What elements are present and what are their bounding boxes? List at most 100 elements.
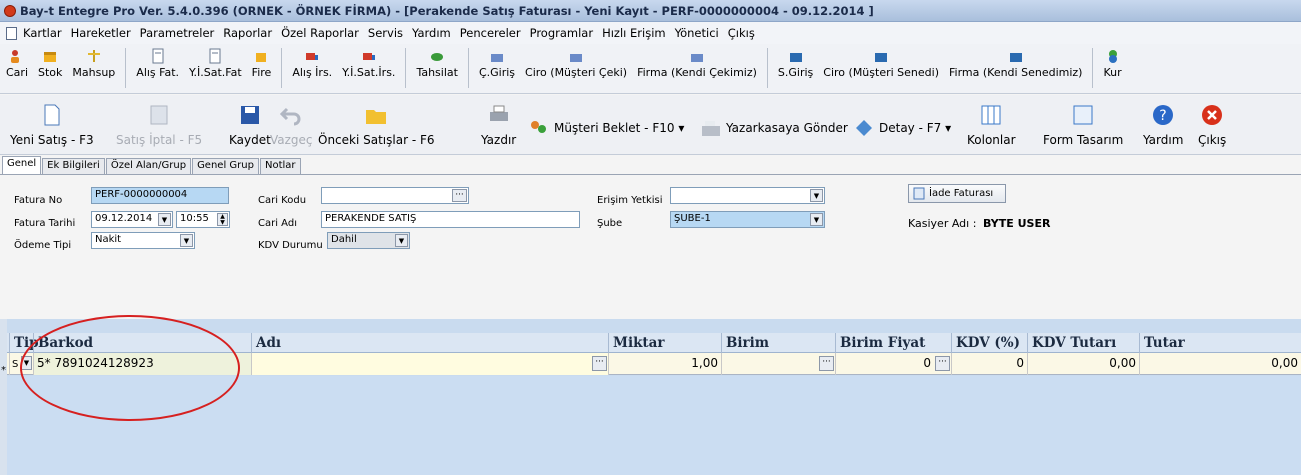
browse-button[interactable]: ···: [452, 189, 467, 202]
onceki-satislar-button[interactable]: Önceki Satışlar - F6: [318, 103, 435, 147]
sube-select[interactable]: ŞUBE-1 ▼: [670, 211, 825, 228]
column-header-birim-fiyat[interactable]: Birim Fiyat: [835, 333, 951, 353]
iade-faturasi-button[interactable]: İade Faturası: [908, 184, 1006, 203]
chevron-down-icon[interactable]: ▼: [395, 234, 408, 247]
kdv-durumu-select[interactable]: Dahil ▼: [327, 232, 410, 249]
cari-kodu-field[interactable]: ···: [321, 187, 469, 204]
musteri-beklet-button[interactable]: Müşteri Beklet - F10 ▾: [528, 117, 684, 139]
menu-cikis[interactable]: Çıkış: [728, 26, 755, 40]
printer-icon: [489, 105, 508, 121]
cell-tutar[interactable]: 0,00: [1139, 353, 1301, 375]
menu-hareketler[interactable]: Hareketler: [71, 26, 131, 40]
form-tasarim-button[interactable]: Form Tasarım: [1043, 103, 1123, 147]
cell-kdv[interactable]: 0: [951, 353, 1027, 375]
undo-icon: [280, 107, 301, 126]
fatura-no-field[interactable]: PERF-0000000004: [91, 187, 229, 204]
cari-adi-label: Cari Adı: [258, 218, 297, 229]
fire-button[interactable]: Fire: [252, 48, 271, 79]
yi-sat-fat-button[interactable]: Y.İ.Sat.Fat: [189, 48, 242, 79]
stok-button[interactable]: Stok: [38, 48, 62, 79]
truck-icon: [306, 53, 319, 60]
yeni-satis-button[interactable]: Yeni Satış - F3: [10, 103, 94, 147]
column-header-kdv-tutari[interactable]: KDV Tutarı: [1027, 333, 1139, 353]
mahsup-button[interactable]: Mahsup: [72, 48, 115, 79]
vazgec-button[interactable]: Vazgeç: [270, 103, 313, 147]
firma-kendi-senedimiz-button[interactable]: Firma (Kendi Senedimiz): [949, 48, 1082, 79]
saat-field[interactable]: 10:55 ▲ ▼: [176, 211, 230, 228]
column-header-kdv[interactable]: KDV (%): [951, 333, 1027, 353]
column-header-adi[interactable]: Adı: [251, 333, 608, 353]
menu-pencereler[interactable]: Pencereler: [460, 26, 521, 40]
odeme-tipi-select[interactable]: Nakit ▼: [91, 232, 195, 249]
satis-iptal-button[interactable]: Satış İptal - F5: [116, 103, 202, 147]
cikis-button[interactable]: Çıkış: [1198, 103, 1226, 147]
users-wait-icon: [531, 121, 546, 133]
cell-miktar[interactable]: 1,00: [608, 353, 721, 375]
ciro-musteri-ceki-button[interactable]: Ciro (Müşteri Çeki): [525, 48, 627, 79]
column-header-miktar[interactable]: Miktar: [608, 333, 721, 353]
tab-genel[interactable]: Genel: [2, 156, 42, 174]
form-design-icon: [1073, 105, 1093, 125]
check-doc-icon: [570, 54, 583, 62]
cari-adi-field[interactable]: PERAKENDE SATIŞ: [321, 211, 580, 228]
column-header-tutar[interactable]: Tutar: [1139, 333, 1301, 353]
cell-kdv-tutari[interactable]: 0,00: [1027, 353, 1139, 375]
menu-ozel-raporlar[interactable]: Özel Raporlar: [281, 26, 359, 40]
c-giris-button[interactable]: Ç.Giriş: [479, 48, 515, 79]
kasiyer-adi-value: BYTE USER: [983, 217, 1051, 230]
firma-kendi-cekimiz-button[interactable]: Firma (Kendi Çekimiz): [637, 48, 757, 79]
money-icon: [431, 53, 444, 61]
yi-sat-irs-button[interactable]: Y.İ.Sat.İrs.: [342, 48, 395, 79]
kaydet-button[interactable]: Kaydet: [229, 103, 271, 147]
browse-button[interactable]: ···: [819, 356, 834, 371]
alis-irs-button[interactable]: Alış İrs.: [292, 48, 332, 79]
alis-fat-button[interactable]: Alış Fat.: [136, 48, 179, 79]
columns-icon: [981, 105, 1001, 125]
cell-birim-fiyat[interactable]: 0 ···: [835, 353, 951, 375]
kdv-durumu-label: KDV Durumu: [258, 240, 323, 251]
kolonlar-button[interactable]: Kolonlar: [967, 103, 1016, 147]
fatura-tarihi-field[interactable]: 09.12.2014 ▼: [91, 211, 173, 228]
chevron-down-icon[interactable]: ▼: [810, 189, 823, 202]
menu-yardim[interactable]: Yardım: [412, 26, 451, 40]
column-header-birim[interactable]: Birim: [721, 333, 835, 353]
cell-birim[interactable]: ···: [721, 353, 835, 375]
kasiyer-adi-label: Kasiyer Adı :: [908, 217, 977, 230]
detay-button[interactable]: Detay - F7 ▾: [853, 117, 951, 139]
erisim-yetkisi-label: Erişim Yetkisi: [597, 195, 663, 206]
menu-hizli-erisim[interactable]: Hızlı Erişim: [602, 26, 666, 40]
menu-parametreler[interactable]: Parametreler: [140, 26, 215, 40]
new-row-marker: *: [1, 365, 6, 376]
erisim-yetkisi-select[interactable]: ▼: [670, 187, 825, 204]
chevron-down-icon[interactable]: ▼: [810, 213, 823, 226]
chevron-down-icon[interactable]: ▼: [180, 234, 193, 247]
yazdir-button[interactable]: Yazdır: [481, 103, 516, 147]
svg-text:?: ?: [1159, 108, 1166, 124]
browse-button[interactable]: ···: [592, 356, 607, 371]
menu-servis[interactable]: Servis: [368, 26, 403, 40]
spinner-icon[interactable]: ▲ ▼: [217, 213, 228, 226]
menu-kartlar[interactable]: Kartlar: [23, 26, 62, 40]
menu-raporlar[interactable]: Raporlar: [223, 26, 272, 40]
trash-box-icon: [256, 53, 267, 62]
browse-button[interactable]: ···: [935, 356, 950, 371]
ciro-musteri-senedi-button[interactable]: Ciro (Müşteri Senedi): [823, 48, 939, 79]
invoice-icon: [152, 48, 164, 64]
tab-notlar[interactable]: Notlar: [259, 158, 301, 174]
toolbar-separator: [405, 48, 407, 88]
tab-genel-grup[interactable]: Genel Grup: [192, 158, 259, 174]
menu-yonetici[interactable]: Yönetici: [675, 26, 719, 40]
tab-ozel-alan-grup[interactable]: Özel Alan/Grup: [105, 158, 192, 174]
cari-button[interactable]: Cari: [6, 48, 28, 79]
menu-programlar[interactable]: Programlar: [530, 26, 594, 40]
toolbar-separator: [125, 48, 127, 88]
chevron-down-icon[interactable]: ▼: [158, 213, 171, 226]
cell-adi[interactable]: ···: [251, 353, 608, 375]
tahsilat-button[interactable]: Tahsilat: [416, 48, 458, 79]
window-title: Bay-t Entegre Pro Ver. 5.4.0.396 (ORNEK …: [20, 3, 874, 18]
yardim-button[interactable]: ? Yardım: [1143, 103, 1183, 147]
s-giris-button[interactable]: S.Giriş: [778, 48, 813, 79]
kur-button[interactable]: Kur: [1103, 48, 1122, 79]
tab-ek-bilgileri[interactable]: Ek Bilgileri: [42, 158, 105, 174]
yazarkasaya-gonder-button[interactable]: Yazarkasaya Gönder: [700, 117, 848, 139]
